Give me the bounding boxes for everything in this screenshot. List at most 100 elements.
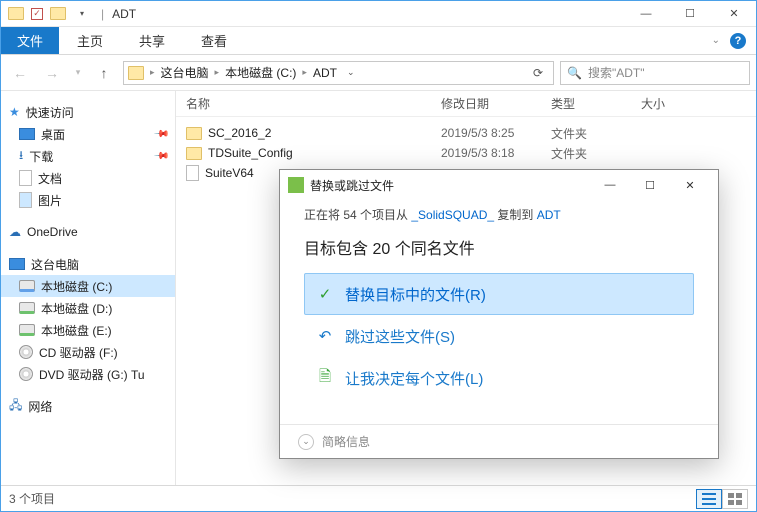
sidebar-item-label: 桌面 xyxy=(41,126,65,143)
cloud-icon: ☁ xyxy=(9,225,21,239)
sidebar-downloads[interactable]: ⭳下载📌 xyxy=(1,145,175,167)
sidebar-item-label: OneDrive xyxy=(27,225,78,239)
sidebar-network[interactable]: 🖧网络 xyxy=(1,395,175,417)
forward-button[interactable]: → xyxy=(39,61,65,85)
refresh-icon[interactable]: ⟳ xyxy=(527,66,549,80)
network-icon: 🖧 xyxy=(9,396,22,417)
item-type: 文件夹 xyxy=(551,125,641,142)
help-icon[interactable]: ? xyxy=(730,33,746,49)
sidebar-item-label: 本地磁盘 (D:) xyxy=(41,300,112,317)
breadcrumb-seg-1[interactable]: 本地磁盘 (C:) xyxy=(221,64,300,81)
dialog-maximize-button[interactable]: ☐ xyxy=(630,172,670,198)
ribbon-tab-home[interactable]: 主页 xyxy=(59,27,121,54)
sidebar-item-label: 本地磁盘 (E:) xyxy=(41,322,112,339)
dvd-icon xyxy=(19,367,33,381)
option-skip[interactable]: ↶ 跳过这些文件(S) xyxy=(304,315,694,357)
address-dropdown-icon[interactable]: ⌄ xyxy=(343,67,359,78)
sidebar-item-label: 下载 xyxy=(29,148,53,165)
sidebar-quick-access[interactable]: ★ 快速访问 xyxy=(1,101,175,123)
progress-dest-link[interactable]: ADT xyxy=(537,208,561,222)
sidebar-dvd-g[interactable]: DVD 驱动器 (G:) Tu xyxy=(1,363,175,385)
list-item[interactable]: TDSuite_Config 2019/5/3 8:18 文件夹 xyxy=(186,143,756,163)
address-bar[interactable]: ▸ 这台电脑 ▸ 本地磁盘 (C:) ▸ ADT ⌄ ⟳ xyxy=(123,61,554,85)
expand-details-icon[interactable]: ⌄ xyxy=(298,434,314,450)
dialog-close-button[interactable]: ✕ xyxy=(670,172,710,198)
item-name: SuiteV64 xyxy=(205,166,254,180)
maximize-button[interactable]: ☐ xyxy=(668,1,712,27)
view-icons-button[interactable] xyxy=(722,489,748,509)
sidebar-this-pc[interactable]: 这台电脑 xyxy=(1,253,175,275)
dialog-app-icon xyxy=(288,177,304,193)
up-button[interactable]: ↑ xyxy=(91,61,117,85)
breadcrumb-seg-2[interactable]: ADT xyxy=(309,66,341,80)
sidebar-item-label: CD 驱动器 (F:) xyxy=(39,344,118,361)
sidebar-item-label: 文档 xyxy=(38,170,62,187)
view-details-button[interactable] xyxy=(696,489,722,509)
sidebar-item-label: DVD 驱动器 (G:) Tu xyxy=(39,366,145,383)
sidebar-desktop[interactable]: 桌面 📌 xyxy=(1,123,175,145)
folder-icon xyxy=(7,5,25,23)
window-title: ADT xyxy=(112,7,136,21)
desktop-icon xyxy=(19,128,35,140)
sidebar-documents[interactable]: 文档 xyxy=(1,167,175,189)
minimize-button[interactable]: ― xyxy=(624,1,668,27)
pictures-icon xyxy=(19,192,32,208)
back-button[interactable]: ← xyxy=(7,61,33,85)
sidebar-item-label: 这台电脑 xyxy=(31,256,79,273)
chevron-right-icon[interactable]: ▸ xyxy=(150,67,155,78)
search-icon: 🔍 xyxy=(567,66,582,80)
option-decide[interactable]: 🗎 让我决定每个文件(L) xyxy=(304,357,694,399)
option-replace[interactable]: ✓ 替换目标中的文件(R) xyxy=(304,273,694,315)
sidebar-disk-c[interactable]: 本地磁盘 (C:) xyxy=(1,275,175,297)
qat-dropdown-icon[interactable]: ▾ xyxy=(73,5,91,23)
item-name: SC_2016_2 xyxy=(208,126,271,140)
list-item[interactable]: SC_2016_2 2019/5/3 8:25 文件夹 xyxy=(186,123,756,143)
documents-icon xyxy=(19,170,32,186)
sidebar-disk-e[interactable]: 本地磁盘 (E:) xyxy=(1,319,175,341)
properties-icon[interactable]: ✓ xyxy=(31,8,43,20)
folder-icon xyxy=(186,147,202,160)
ribbon-collapse-icon[interactable]: ⌄ xyxy=(712,35,720,46)
window-controls: ― ☐ ✕ xyxy=(624,1,756,27)
details-view-icon xyxy=(702,493,716,505)
new-folder-icon[interactable] xyxy=(49,5,67,23)
sidebar-item-label: 本地磁盘 (C:) xyxy=(41,278,112,295)
recent-locations-button[interactable]: ▾ xyxy=(71,61,85,85)
footer-label[interactable]: 简略信息 xyxy=(322,433,370,450)
star-icon: ★ xyxy=(9,105,20,119)
sidebar-cd-f[interactable]: CD 驱动器 (F:) xyxy=(1,341,175,363)
ribbon-tab-view[interactable]: 查看 xyxy=(183,27,245,54)
pin-icon: 📌 xyxy=(152,126,169,143)
navigation-pane: ★ 快速访问 桌面 📌 ⭳下载📌 文档 图片 ☁ OneDrive 这台电脑 本地磁… xyxy=(1,91,176,485)
icons-view-icon xyxy=(728,493,742,505)
col-name[interactable]: 名称 xyxy=(186,95,441,112)
sidebar-disk-d[interactable]: 本地磁盘 (D:) xyxy=(1,297,175,319)
titlebar: ✓ ▾ | ADT ― ☐ ✕ xyxy=(1,1,756,27)
ribbon-tab-share[interactable]: 共享 xyxy=(121,27,183,54)
undo-icon: ↶ xyxy=(315,327,335,345)
search-placeholder: 搜索"ADT" xyxy=(588,64,645,81)
ribbon-file-tab[interactable]: 文件 xyxy=(1,27,59,54)
col-type[interactable]: 类型 xyxy=(551,95,641,112)
folder-icon xyxy=(186,127,202,140)
close-button[interactable]: ✕ xyxy=(712,1,756,27)
sidebar-item-label: 图片 xyxy=(38,192,62,209)
breadcrumb-seg-0[interactable]: 这台电脑 xyxy=(157,64,213,81)
col-size[interactable]: 大小 xyxy=(641,95,701,112)
ribbon: 文件 主页 共享 查看 ⌄ ? xyxy=(1,27,756,55)
col-date[interactable]: 修改日期 xyxy=(441,95,551,112)
sidebar-pictures[interactable]: 图片 xyxy=(1,189,175,211)
progress-source-link[interactable]: _SolidSQUAD_ xyxy=(411,208,494,222)
explorer-window: ✓ ▾ | ADT ― ☐ ✕ 文件 主页 共享 查看 ⌄ ? ← → ▾ ↑ … xyxy=(0,0,757,512)
dialog-minimize-button[interactable]: ― xyxy=(590,172,630,198)
sidebar-onedrive[interactable]: ☁ OneDrive xyxy=(1,221,175,243)
search-box[interactable]: 🔍 搜索"ADT" xyxy=(560,61,750,85)
chevron-right-icon[interactable]: ▸ xyxy=(302,67,307,78)
progress-text: 正在将 54 个项目从 _SolidSQUAD_ 复制到 ADT xyxy=(304,206,694,223)
option-label: 让我决定每个文件(L) xyxy=(345,368,483,389)
progress-mid: 复制到 xyxy=(494,208,537,222)
replace-or-skip-dialog: 替换或跳过文件 ― ☐ ✕ 正在将 54 个项目从 _SolidSQUAD_ 复… xyxy=(279,169,719,459)
item-name: TDSuite_Config xyxy=(208,146,293,160)
disk-icon xyxy=(19,280,35,292)
chevron-right-icon[interactable]: ▸ xyxy=(215,67,220,78)
